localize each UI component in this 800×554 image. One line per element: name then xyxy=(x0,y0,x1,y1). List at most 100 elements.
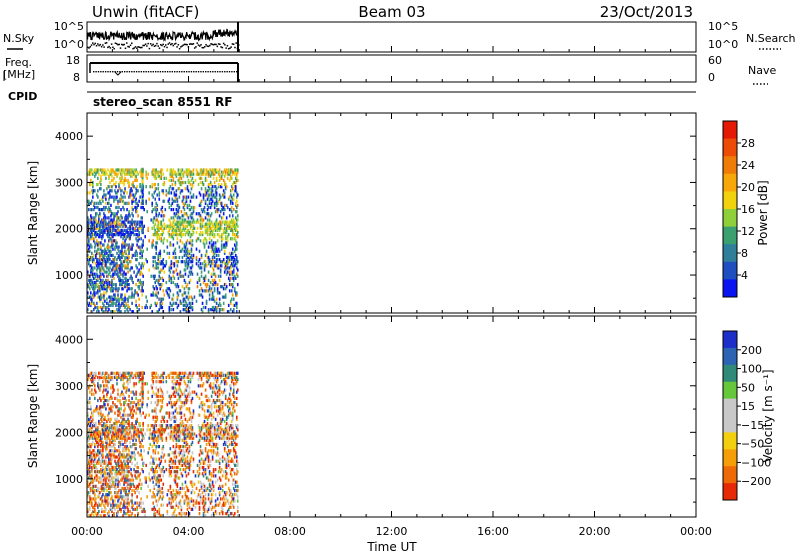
range-gate-echo xyxy=(168,251,171,255)
range-gate-echo xyxy=(90,486,92,491)
range-gate-echo xyxy=(189,301,192,305)
range-gate-echo xyxy=(203,243,206,247)
range-gate-echo xyxy=(111,371,113,375)
nsearch-dot xyxy=(215,43,217,46)
range-gate-echo xyxy=(136,185,138,189)
range-gate-echo xyxy=(113,276,115,280)
range-gate-echo xyxy=(110,249,112,253)
range-gate-echo xyxy=(111,189,113,193)
range-gate-echo xyxy=(218,291,221,295)
range-gate-echo xyxy=(231,251,234,255)
range-gate-echo xyxy=(155,371,158,375)
nave-dot xyxy=(212,71,214,73)
range-gate-echo xyxy=(162,495,165,499)
range-gate-echo xyxy=(141,455,143,459)
range-gate-echo xyxy=(217,182,220,187)
range-gate-echo xyxy=(217,274,220,278)
range-gate-echo xyxy=(93,253,95,258)
range-gate-echo xyxy=(232,268,235,272)
range-gate-echo xyxy=(94,507,96,511)
range-gate-echo xyxy=(191,176,194,180)
range-gate-echo xyxy=(226,239,229,243)
range-gate-echo xyxy=(232,307,235,312)
range-gate-echo xyxy=(133,270,135,274)
range-gate-echo xyxy=(156,295,159,299)
range-gate-echo xyxy=(204,260,207,264)
range-gate-echo xyxy=(145,170,147,174)
range-gate-echo xyxy=(153,461,156,465)
range-gate-echo xyxy=(157,220,160,224)
range-gate-echo xyxy=(159,249,162,253)
range-gate-echo xyxy=(202,193,205,197)
nave-dip xyxy=(114,71,122,76)
nave-dot xyxy=(195,71,197,73)
range-gate-echo xyxy=(138,199,140,203)
range-gate-echo xyxy=(158,197,161,201)
range-gate-echo xyxy=(146,495,148,499)
range-gate-echo xyxy=(155,278,158,283)
range-gate-echo xyxy=(159,394,162,398)
range-gate-echo xyxy=(128,180,130,185)
range-gate-echo xyxy=(139,398,141,403)
range-gate-echo xyxy=(91,245,93,249)
range-gate-echo xyxy=(157,373,160,377)
range-gate-echo xyxy=(135,197,137,201)
range-gate-echo xyxy=(91,168,93,172)
range-gate-echo xyxy=(163,176,166,180)
range-gate-echo xyxy=(108,185,110,189)
range-gate-echo xyxy=(131,276,133,280)
range-gate-echo xyxy=(97,182,99,187)
range-gate-echo xyxy=(155,411,158,415)
range-gate-echo xyxy=(223,195,226,199)
range-gate-echo xyxy=(144,235,146,239)
range-gate-echo xyxy=(212,176,215,180)
range-gate-echo xyxy=(128,419,130,424)
range-gate-echo xyxy=(148,436,150,440)
range-gate-echo xyxy=(115,180,117,185)
range-gate-echo xyxy=(204,305,207,310)
range-gate-echo xyxy=(159,474,162,478)
range-gate-echo xyxy=(142,239,144,243)
range-gate-echo xyxy=(184,268,187,272)
nave-dot xyxy=(145,71,147,73)
range-gate-echo xyxy=(106,488,108,493)
range-gate-echo xyxy=(113,388,115,392)
range-gate-echo xyxy=(205,264,208,268)
range-gate-echo xyxy=(152,207,155,212)
range-gate-echo xyxy=(205,289,208,293)
range-gate-echo xyxy=(117,388,119,392)
range-gate-echo xyxy=(163,453,166,457)
nave-dot xyxy=(152,71,154,73)
nsearch-dot xyxy=(94,42,97,45)
range-gate-echo xyxy=(131,291,133,295)
range-gate-echo xyxy=(156,509,159,514)
velocity-scatter-data xyxy=(87,370,239,518)
nave-dot xyxy=(107,71,109,73)
range-gate-echo xyxy=(236,260,239,264)
range-gate-echo xyxy=(150,274,153,278)
range-gate-echo xyxy=(105,193,107,197)
range-gate-echo xyxy=(210,239,213,243)
range-gate-echo xyxy=(139,421,141,426)
range-gate-echo xyxy=(112,247,114,251)
range-gate-echo xyxy=(230,210,233,214)
range-gate-echo xyxy=(128,287,130,291)
nsearch-dot xyxy=(147,42,149,45)
range-gate-echo xyxy=(147,172,149,176)
range-gate-echo xyxy=(201,224,204,228)
nsearch-dot xyxy=(230,46,232,48)
range-gate-echo xyxy=(161,486,164,491)
range-gate-echo xyxy=(213,299,216,303)
range-gate-echo xyxy=(159,398,162,403)
range-gate-echo xyxy=(96,201,98,205)
range-gate-echo xyxy=(139,182,141,187)
range-gate-echo xyxy=(236,178,239,183)
range-gate-echo xyxy=(202,218,205,222)
range-gate-echo xyxy=(97,176,99,180)
range-gate-echo xyxy=(144,382,146,386)
range-gate-echo xyxy=(215,168,218,172)
range-gate-echo xyxy=(150,401,153,405)
nsearch-dot xyxy=(108,45,110,48)
range-gate-echo xyxy=(161,436,164,440)
range-gate-echo xyxy=(132,507,134,511)
